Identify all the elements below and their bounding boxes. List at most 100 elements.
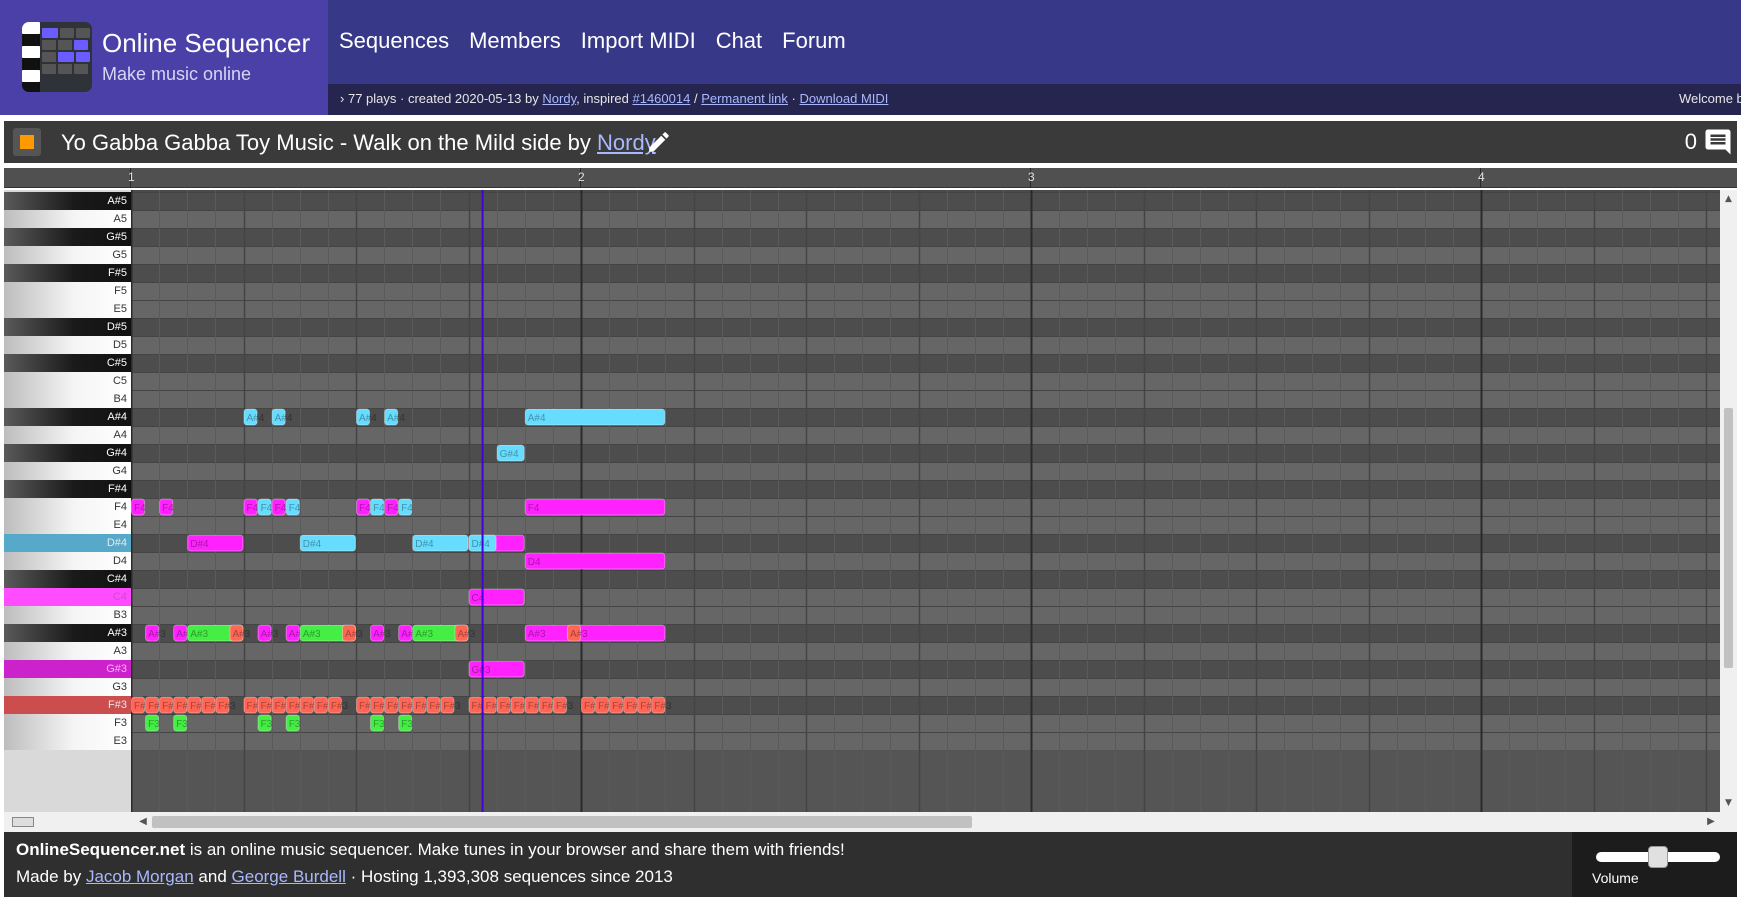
download-midi-link[interactable]: Download MIDI <box>800 91 889 106</box>
note-f4[interactable]: F4 <box>271 498 287 516</box>
note-grid[interactable]: F4 F4 A#3 A#3 D#4 A#3 A#3 F3 F3 A#4 A#4 F4 F4 F4 F4 A#3… <box>131 190 1720 812</box>
piano-key-e4[interactable]: E4 <box>4 516 131 534</box>
horizontal-scroll-thumb[interactable] <box>152 816 972 828</box>
note-block[interactable] <box>524 498 666 516</box>
note-f4[interactable]: F4 <box>384 498 400 516</box>
note-f3[interactable]: F3 <box>370 714 386 732</box>
note-c4[interactable]: C4 <box>468 588 525 606</box>
vertical-scroll-thumb[interactable] <box>1724 408 1733 668</box>
scroll-left-icon[interactable]: ◀ <box>136 814 150 830</box>
note-block[interactable] <box>524 408 666 426</box>
comment-icon[interactable] <box>1703 127 1733 157</box>
note-d4[interactable]: D4 <box>524 552 666 570</box>
note-f4[interactable]: F4 <box>243 498 259 516</box>
vertical-scrollbar[interactable]: ▲ ▼ <box>1720 190 1737 812</box>
note-dsharp4[interactable]: D#4 <box>412 534 469 552</box>
piano-key-dsharp5[interactable]: D#5 <box>4 318 131 336</box>
piano-key-c5[interactable]: C5 <box>4 372 131 390</box>
note-f4[interactable]: F4 <box>356 498 372 516</box>
zoom-slider[interactable] <box>12 817 34 827</box>
permanent-link[interactable]: Permanent link <box>701 91 788 106</box>
scroll-right-icon[interactable]: ▶ <box>1704 814 1718 830</box>
note-label: F3 <box>148 719 160 730</box>
note-f4[interactable]: F4 <box>257 498 273 516</box>
scroll-down-icon[interactable]: ▼ <box>1720 796 1737 810</box>
piano-key-csharp4[interactable]: C#4 <box>4 570 131 588</box>
nav-import-midi[interactable]: Import MIDI <box>581 28 696 54</box>
note-f3[interactable]: F3 <box>173 714 189 732</box>
piano-key-f5[interactable]: F5 <box>4 282 131 300</box>
note-dsharp4[interactable]: D#4 <box>187 534 244 552</box>
note-f4[interactable]: F4 <box>131 498 147 516</box>
piano-key-a3[interactable]: A3 <box>4 642 131 660</box>
expand-arrow-icon[interactable]: › <box>340 91 344 106</box>
note-gsharp4[interactable]: G#4 <box>496 444 525 462</box>
inspired-link[interactable]: #1460014 <box>632 91 690 106</box>
note-block[interactable] <box>524 552 666 570</box>
note-f4[interactable]: F4 <box>159 498 175 516</box>
note-f3[interactable]: F3 <box>285 714 301 732</box>
logo-icon[interactable] <box>22 22 92 92</box>
note-gsharp3[interactable]: G#3 <box>468 660 525 678</box>
piano-key-a5[interactable]: A5 <box>4 210 131 228</box>
stop-button[interactable] <box>13 128 41 156</box>
horizontal-scrollbar[interactable]: ◀ ▶ <box>4 812 1737 832</box>
nav-chat[interactable]: Chat <box>716 28 762 54</box>
note-block[interactable] <box>524 624 666 642</box>
note-f4[interactable]: F4 <box>524 498 666 516</box>
site-title[interactable]: Online Sequencer <box>102 28 310 59</box>
piano-key-e3[interactable]: E3 <box>4 732 131 750</box>
piano-keys: A#5 A5 G#5 G5 F#5 F5 E5 D#5 D5 C#5 C5 B4 A#4 A4 G#4 G4 F… <box>4 190 131 812</box>
piano-key-g4[interactable]: G4 <box>4 462 131 480</box>
logo-area[interactable]: Online Sequencer Make music online <box>0 0 328 115</box>
note-f4[interactable]: F4 <box>398 498 414 516</box>
piano-key-dsharp4[interactable]: D#4 <box>4 534 131 552</box>
pencil-icon[interactable] <box>646 129 672 155</box>
footer-description: OnlineSequencer.net is an online music s… <box>16 840 845 860</box>
piano-key-d4[interactable]: D4 <box>4 552 131 570</box>
author2-link[interactable]: George Burdell <box>232 867 346 886</box>
note-dsharp4[interactable]: D#4 <box>299 534 356 552</box>
note-f3[interactable]: F3 <box>398 714 414 732</box>
note-f3[interactable]: F3 <box>257 714 273 732</box>
piano-key-asharp5[interactable]: A#5 <box>4 192 131 210</box>
note-grid-canvas[interactable]: F4 F4A#3 A#3D#4A#3 A#3F3 F3A#4 A#4F4 F4 F4 F4A#3… <box>131 190 1720 812</box>
piano-key-b3[interactable]: B3 <box>4 606 131 624</box>
piano-key-asharp4[interactable]: A#4 <box>4 408 131 426</box>
scroll-up-icon[interactable]: ▲ <box>1720 192 1737 206</box>
author1-link[interactable]: Jacob Morgan <box>86 867 194 886</box>
piano-key-gsharp4[interactable]: G#4 <box>4 444 131 462</box>
hosting-text: · Hosting 1,393,308 sequences since 2013 <box>350 867 673 886</box>
logo-cell <box>22 46 40 58</box>
piano-key-b4[interactable]: B4 <box>4 390 131 408</box>
piano-key-asharp3[interactable]: A#3 <box>4 624 131 642</box>
piano-key-csharp5[interactable]: C#5 <box>4 354 131 372</box>
piano-key-d5[interactable]: D5 <box>4 336 131 354</box>
nav-members[interactable]: Members <box>469 28 561 54</box>
nav-sequences[interactable]: Sequences <box>339 28 449 54</box>
note-f4[interactable]: F4 <box>370 498 386 516</box>
piano-key-fsharp5[interactable]: F#5 <box>4 264 131 282</box>
bar-number: 1 <box>128 170 135 184</box>
piano-key-fsharp3[interactable]: F#3 <box>4 696 131 714</box>
note-f4[interactable]: F4 <box>285 498 301 516</box>
piano-key-f3[interactable]: F3 <box>4 714 131 732</box>
volume-slider-handle[interactable] <box>1648 846 1668 868</box>
piano-key-gsharp5[interactable]: G#5 <box>4 228 131 246</box>
piano-key-e5[interactable]: E5 <box>4 300 131 318</box>
note-asharp4[interactable]: A#4 <box>524 408 666 426</box>
piano-key-gsharp3[interactable]: G#3 <box>4 660 131 678</box>
creator-link[interactable]: Nordy <box>542 91 576 106</box>
piano-key-g3[interactable]: G3 <box>4 678 131 696</box>
note-f3[interactable]: F3 <box>145 714 161 732</box>
nav-forum[interactable]: Forum <box>782 28 846 54</box>
piano-key-c4[interactable]: C4 <box>4 588 131 606</box>
piano-key-fsharp4[interactable]: F#4 <box>4 480 131 498</box>
logo-cell <box>58 64 72 74</box>
piano-key-g5[interactable]: G5 <box>4 246 131 264</box>
piano-key-a4[interactable]: A4 <box>4 426 131 444</box>
note-label: A#4 <box>387 413 405 424</box>
timeline-ruler[interactable]: 1 2 3 4 <box>4 168 1737 188</box>
note-asharp3[interactable]: A#3 <box>524 624 666 642</box>
piano-key-f4[interactable]: F4 <box>4 498 131 516</box>
